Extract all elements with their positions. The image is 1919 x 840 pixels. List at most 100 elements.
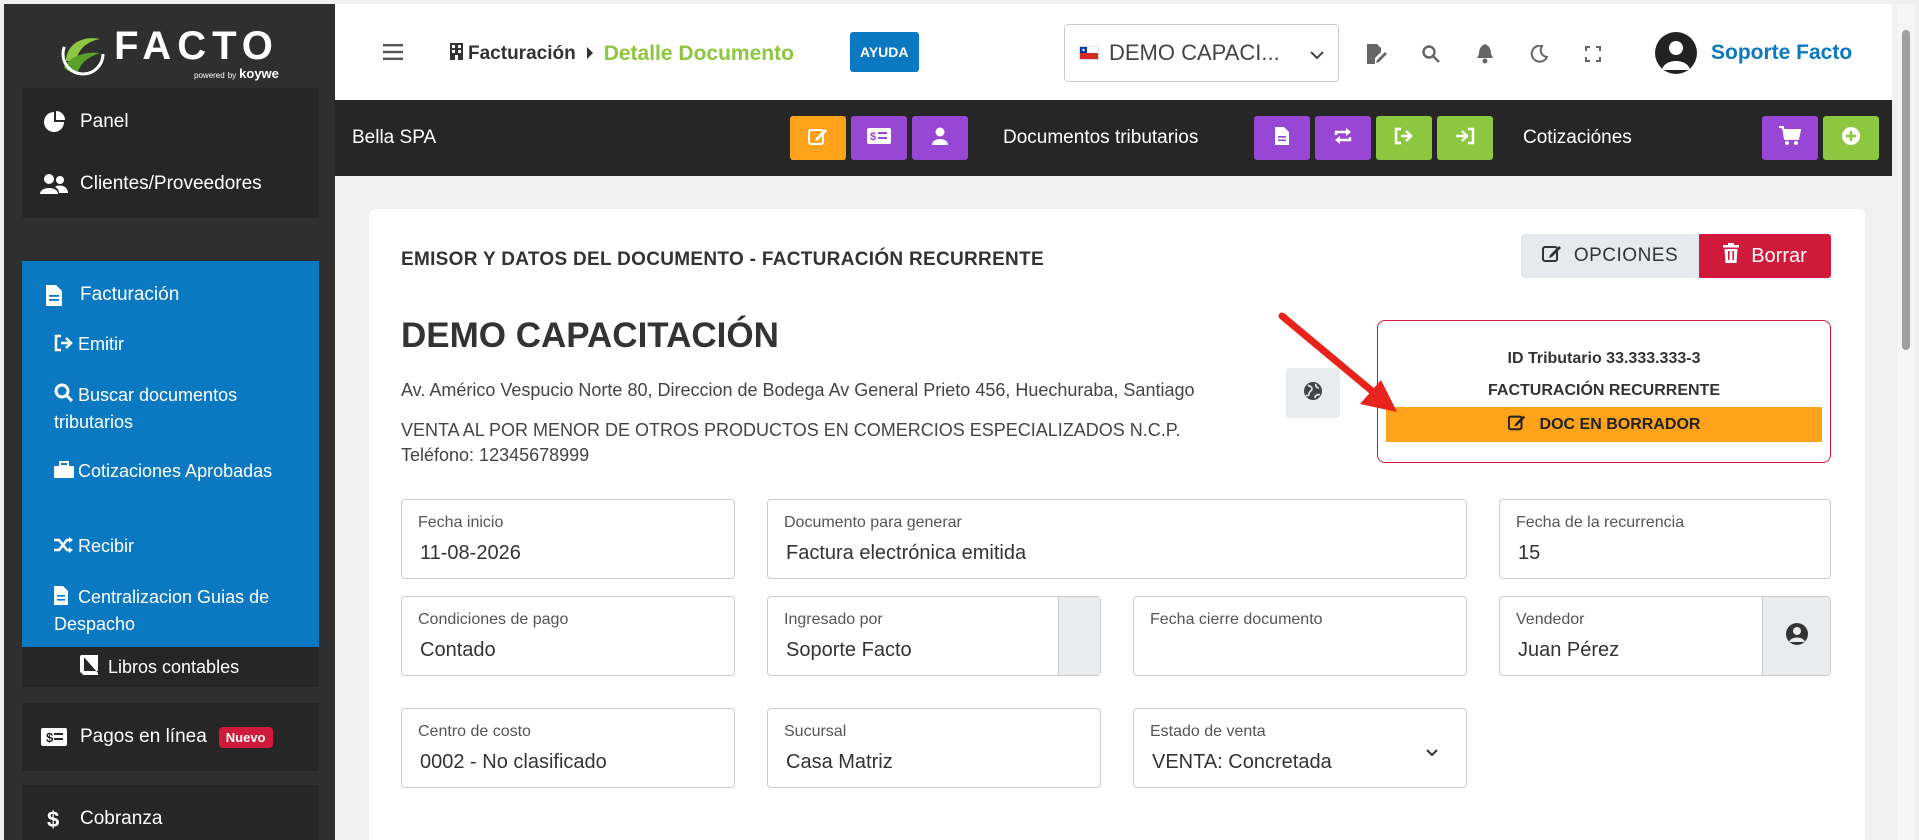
hamburger-menu-icon[interactable] [383,44,403,65]
field-label: Fecha cierre documento [1150,611,1323,628]
document-status-box: ID Tributario 33.333.333-3 FACTURACIÓN R… [1377,320,1831,463]
field-label: Centro de costo [418,723,531,740]
emit-button[interactable] [1376,116,1432,160]
subitem-label: Buscar documentos tributarios [54,385,238,432]
help-button[interactable]: AYUDA [850,32,919,72]
moon-icon[interactable] [1527,42,1551,66]
cart-button[interactable] [1762,116,1818,160]
field-label: Estado de venta [1150,723,1266,740]
building-icon [450,42,463,66]
sidebar-item-label: Cobranza [80,808,163,829]
emisor-phone: Teléfono: 12345678999 [401,445,590,465]
docs-label: Documentos tributarios [1003,127,1199,148]
shuffle-icon [54,536,76,561]
cart-icon [1779,125,1802,151]
sidebar-item-libros[interactable]: Libros contables [22,647,319,687]
fecha-cierre-field[interactable]: Fecha cierre documento [1133,596,1467,676]
sidebar-item-label: Pagos en línea [80,726,207,747]
briefcase-icon [54,461,76,486]
fecha-inicio-field[interactable]: Fecha inicio 11-08-2026 [401,499,735,579]
field-label: Fecha inicio [418,514,504,531]
field-value: Contado [420,639,496,661]
svg-text:$: $ [47,808,59,830]
add-quote-button[interactable] [1823,116,1879,160]
client-button[interactable] [912,116,968,160]
sidebar-item-label: Facturación [80,284,180,305]
user-menu[interactable]: Soporte Facto [1655,32,1852,74]
svg-text:$: $ [46,730,54,745]
document-button[interactable] [1254,116,1310,160]
scrollbar-thumb[interactable] [1902,30,1910,350]
document-card: EMISOR Y DATOS DEL DOCUMENTO - FACTURACI… [369,209,1865,840]
breadcrumb-root-label: Facturación [468,43,576,64]
money-bill-icon: $ [40,728,68,746]
topbar: Facturación Detalle Documento AYUDA DEMO… [335,4,1892,100]
sign-out-icon [1394,127,1414,150]
file-icon [40,284,68,306]
pie-chart-icon [40,111,68,133]
field-value: 11-08-2026 [420,542,521,564]
search-icon[interactable] [1419,42,1443,66]
edit-button[interactable] [790,116,846,160]
draft-status-badge: DOC EN BORRADOR [1386,407,1822,442]
globe-icon [1303,381,1323,406]
avatar [1655,32,1697,74]
company-select[interactable]: DEMO CAPACI... [1064,24,1339,82]
user-icon [932,127,948,150]
sign-out-icon [54,334,76,359]
breadcrumb-root[interactable]: Facturación [450,42,576,66]
sucursal-field[interactable]: Sucursal Casa Matriz [767,708,1101,788]
brand-by: by [227,71,237,80]
tax-id: ID Tributario 33.333.333-3 [1507,350,1701,367]
payment-button[interactable]: $ [851,116,907,160]
subitem-label: Emitir [78,334,124,354]
estado-venta-select[interactable]: Estado de venta VENTA: Concretada [1133,708,1467,788]
receive-button[interactable] [1437,116,1493,160]
book-icon [80,654,98,680]
chevron-down-icon [1426,744,1438,762]
money-check-icon: $ [867,127,891,149]
fecha-recurrencia-field[interactable]: Fecha de la recurrencia 15 [1499,499,1831,579]
field-value: Juan Pérez [1518,639,1620,661]
field-label: Documento para generar [784,514,962,531]
section-title: EMISOR Y DATOS DEL DOCUMENTO - FACTURACI… [401,249,1044,270]
centro-costo-field[interactable]: Centro de costo 0002 - No clasificado [401,708,735,788]
top-icons [1365,42,1605,66]
sidebar-subitem-cotizaciones[interactable]: Cotizaciones Aprobadas [54,459,284,486]
bell-icon[interactable] [1473,42,1497,66]
sidebar-item-label: Panel [80,111,129,132]
fullscreen-icon[interactable] [1581,42,1605,66]
vendor-user-button[interactable] [1762,597,1830,675]
sidebar-item-clientes[interactable]: Clientes/Proveedores [22,150,319,218]
sidebar-item-cobranza[interactable]: $ Cobranza [22,785,319,840]
condiciones-pago-field[interactable]: Condiciones de pago Contado [401,596,735,676]
options-button[interactable]: OPCIONES [1521,234,1699,278]
map-button[interactable] [1286,368,1340,418]
scrollbar[interactable] [1897,4,1915,840]
sidebar-subitem-emitir[interactable]: Emitir [54,332,284,359]
edit-icon [1541,243,1562,269]
sidebar-subitem-centralizacion[interactable]: Centralizacion Guias de Despacho [54,585,284,637]
company-name: DEMO CAPACI... [1109,40,1280,65]
document-actions-bar: Bella SPA $ Documentos tributarios Cotiz… [335,100,1892,176]
sidebar-subitem-recibir[interactable]: Recibir [54,534,284,561]
emisor-address: Av. Américo Vespucio Norte 80, Direccion… [401,380,1195,400]
delete-label: Borrar [1751,244,1807,267]
vendedor-field[interactable]: Vendedor Juan Pérez [1499,596,1831,676]
ingresado-por-field[interactable]: Ingresado por Soporte Facto [767,596,1101,676]
field-addon [1058,597,1100,675]
file-icon [54,586,76,612]
users-icon [40,174,68,194]
sidebar-item-facturacion[interactable]: Facturación [22,261,319,329]
convert-button[interactable] [1315,116,1371,160]
options-label: OPCIONES [1573,245,1679,266]
documento-generar-field[interactable]: Documento para generar Factura electróni… [767,499,1467,579]
quotes-label: Cotizaciónes [1523,127,1632,148]
delete-button[interactable]: Borrar [1699,234,1831,278]
sidebar-item-panel[interactable]: Panel [22,88,319,156]
subitem-label: Centralizacion Guias de Despacho [54,587,270,634]
sidebar-subitem-buscar[interactable]: Buscar documentos tributarios [54,383,284,435]
chile-flag-icon [1079,46,1099,60]
file-signature-icon[interactable] [1365,42,1389,66]
sidebar-item-pagos[interactable]: $ Pagos en línea Nuevo [22,703,319,771]
